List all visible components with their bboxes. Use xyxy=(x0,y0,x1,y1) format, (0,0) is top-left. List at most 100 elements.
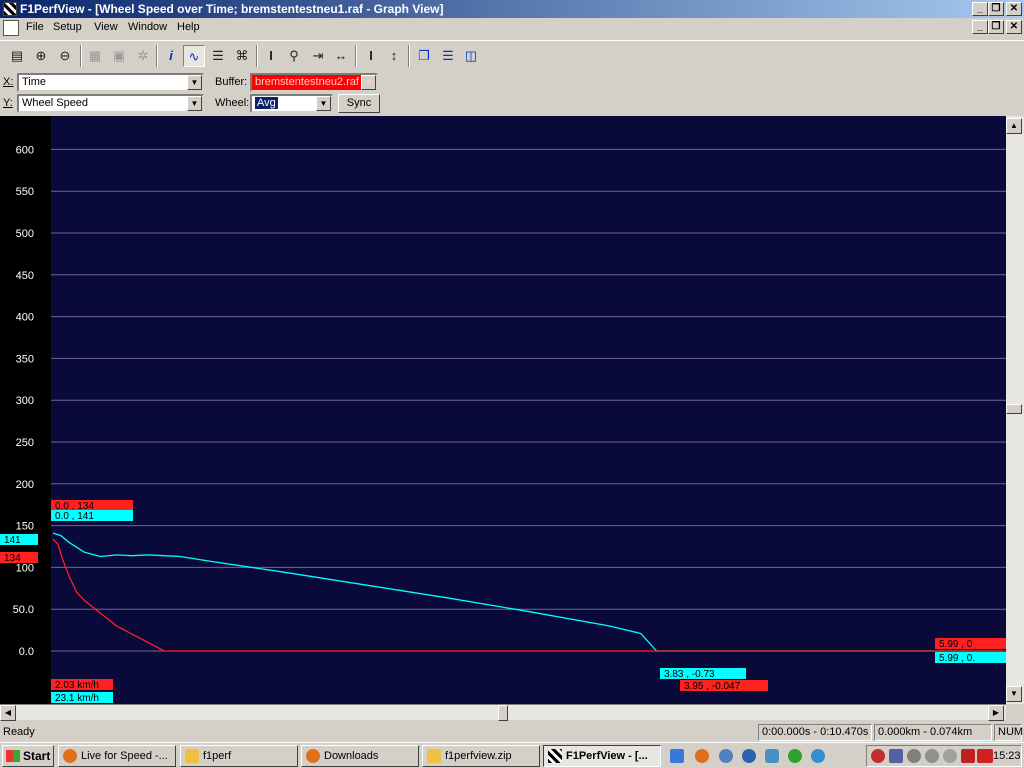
sync-button[interactable]: Sync xyxy=(338,94,380,113)
task-f1perfview[interactable]: F1PerfView - [... xyxy=(543,745,661,767)
horizontal-scroll-thumb[interactable] xyxy=(498,705,508,721)
print-icon[interactable]: ▦ xyxy=(84,45,106,67)
x-axis-select[interactable]: Time ▼ xyxy=(17,73,204,92)
minimize-button[interactable]: _ xyxy=(972,2,988,16)
new-window-icon[interactable]: ⊕ xyxy=(30,45,52,67)
messenger-icon[interactable] xyxy=(765,749,779,763)
chat-icon[interactable] xyxy=(811,749,825,763)
menu-window[interactable]: Window xyxy=(128,21,167,33)
bottom-marker-red: 2.03 km/h xyxy=(55,680,99,691)
menu-view[interactable]: View xyxy=(94,21,118,33)
ati-icon[interactable] xyxy=(977,749,993,763)
task-live-for-speed[interactable]: Live for Speed -... xyxy=(58,745,176,767)
save-icon[interactable]: ▣ xyxy=(108,45,130,67)
plot-background xyxy=(51,116,1006,704)
icq-flower-icon[interactable] xyxy=(788,749,802,763)
scroll-down-icon[interactable]: ▼ xyxy=(1006,686,1022,702)
chevron-down-icon[interactable]: ▼ xyxy=(187,75,202,90)
doc-close-button[interactable]: ✕ xyxy=(1006,20,1022,34)
windows-logo-icon xyxy=(6,750,20,762)
scroll-left-icon[interactable]: ◀ xyxy=(0,705,16,721)
doc-restore-button[interactable]: ❐ xyxy=(988,20,1004,34)
graph-view[interactable]: 600 550 500 450 400 350 300 250 200 150 100 50.0 0.0… xyxy=(0,116,1024,704)
scroll-right-icon[interactable]: ▶ xyxy=(988,705,1004,721)
document-icon[interactable] xyxy=(3,20,19,36)
task-downloads[interactable]: Downloads xyxy=(301,745,419,767)
y-axis-row: Y: Wheel Speed ▼ Wheel: Avg ▼ Sync xyxy=(0,93,1024,113)
y-axis-select[interactable]: Wheel Speed ▼ xyxy=(17,94,204,113)
status-bar: Ready 0:00.000s - 0:10.470s 0.000km - 0.… xyxy=(0,722,1024,742)
close-window-icon[interactable]: ⊖ xyxy=(54,45,76,67)
wheel-value: Avg xyxy=(255,97,278,109)
firefox-icon[interactable] xyxy=(695,749,709,763)
buffer-label: Buffer: xyxy=(215,76,248,88)
toolbar-separator xyxy=(408,45,410,67)
checkered-flag-icon xyxy=(548,749,562,763)
chevron-down-icon[interactable]: ▼ xyxy=(361,75,376,90)
open-folder-icon[interactable]: ▤ xyxy=(6,45,28,67)
tile-horizontal-icon[interactable]: ☰ xyxy=(437,45,459,67)
left-marker-cyan: 141 xyxy=(4,535,21,546)
y-axis-value: Wheel Speed xyxy=(22,97,89,109)
tile-vertical-icon[interactable]: ◫ xyxy=(460,45,482,67)
toolbar-separator xyxy=(156,45,158,67)
vertical-scroll-thumb[interactable] xyxy=(1006,404,1022,414)
cascade-windows-icon[interactable]: ❐ xyxy=(413,45,435,67)
vertical-scrollbar[interactable]: ▲ ▼ xyxy=(1006,116,1024,704)
zoom-horizontal-icon[interactable]: ↔ xyxy=(330,45,352,67)
toolbar: ▤ ⊕ ⊖ ▦ ▣ ✲ i ∿ ☰ ⌘ I ⚲ ⇥ ↔ I ↕ ❐ ☰ ◫ xyxy=(0,40,1024,70)
info-icon[interactable]: i xyxy=(160,45,182,67)
track-map-icon[interactable]: ⌘ xyxy=(231,45,253,67)
play-icon[interactable] xyxy=(742,749,756,763)
doc-minimize-button[interactable]: _ xyxy=(972,20,988,34)
maximize-button[interactable]: ❐ xyxy=(988,2,1004,16)
nvidia-icon[interactable] xyxy=(871,749,885,763)
menu-help[interactable]: Help xyxy=(177,21,200,33)
toolbar-separator xyxy=(80,45,82,67)
media-player-icon[interactable] xyxy=(719,749,733,763)
scroll-up-icon[interactable]: ▲ xyxy=(1006,118,1022,134)
y-tick-label: 150 xyxy=(16,521,34,533)
status-text: Ready xyxy=(3,726,35,738)
menu-file[interactable]: File xyxy=(26,21,44,33)
time-range: 0:00.000s - 0:10.470s xyxy=(758,724,872,741)
cursor-tool-icon[interactable]: I xyxy=(260,45,282,67)
zoom-vertical-icon[interactable]: ↕ xyxy=(383,45,405,67)
list-view-icon[interactable]: ☰ xyxy=(207,45,229,67)
buffer-select[interactable]: bremstentestneu2.raf ▼ xyxy=(250,73,378,92)
fit-horizontal-icon[interactable]: ⇥ xyxy=(307,45,329,67)
chevron-down-icon[interactable]: ▼ xyxy=(187,96,202,111)
y-tick-label: 300 xyxy=(16,395,34,407)
zoom-icon[interactable]: ⚲ xyxy=(283,45,305,67)
num-lock-indicator: NUM xyxy=(994,724,1023,741)
y-tick-label: 250 xyxy=(16,437,34,449)
horizontal-scrollbar[interactable]: ◀ ▶ xyxy=(0,704,1006,721)
outlook-icon[interactable] xyxy=(670,749,684,763)
start-button[interactable]: Start xyxy=(2,745,54,767)
window-title: F1PerfView - [Wheel Speed over Time; bre… xyxy=(20,2,444,16)
right-marker-cyan: 5.99 , 0. xyxy=(939,653,975,664)
close-button[interactable]: ✕ xyxy=(1006,2,1022,16)
winamp-icon[interactable] xyxy=(961,749,975,763)
task-label: f1perf xyxy=(203,750,232,762)
chevron-down-icon[interactable]: ▼ xyxy=(316,96,331,111)
task-f1perfview-zip[interactable]: f1perfview.zip xyxy=(422,745,540,767)
folder-icon xyxy=(185,749,199,763)
clock: 15:23 xyxy=(993,750,1021,762)
tray-app-icon[interactable] xyxy=(925,749,939,763)
menu-bar: File Setup View Window Help _ ❐ ✕ xyxy=(0,18,1024,38)
x-axis-value: Time xyxy=(22,76,47,88)
menu-setup[interactable]: Setup xyxy=(53,21,82,33)
fit-vertical-icon[interactable]: I xyxy=(360,45,382,67)
y-tick-label: 400 xyxy=(16,312,34,324)
network-icon[interactable] xyxy=(889,749,903,763)
wheel-select[interactable]: Avg ▼ xyxy=(250,94,333,113)
x-axis-label: X: xyxy=(3,76,14,88)
start-label: Start xyxy=(23,749,51,763)
wheel-speed-chart: 600 550 500 450 400 350 300 250 200 150 100 50.0 0.0… xyxy=(0,116,1006,704)
speaker-icon[interactable] xyxy=(907,749,921,763)
settings-icon[interactable]: ✲ xyxy=(132,45,154,67)
task-f1perf[interactable]: f1perf xyxy=(180,745,298,767)
graph-view-icon[interactable]: ∿ xyxy=(183,45,205,67)
security-icon[interactable] xyxy=(943,749,957,763)
